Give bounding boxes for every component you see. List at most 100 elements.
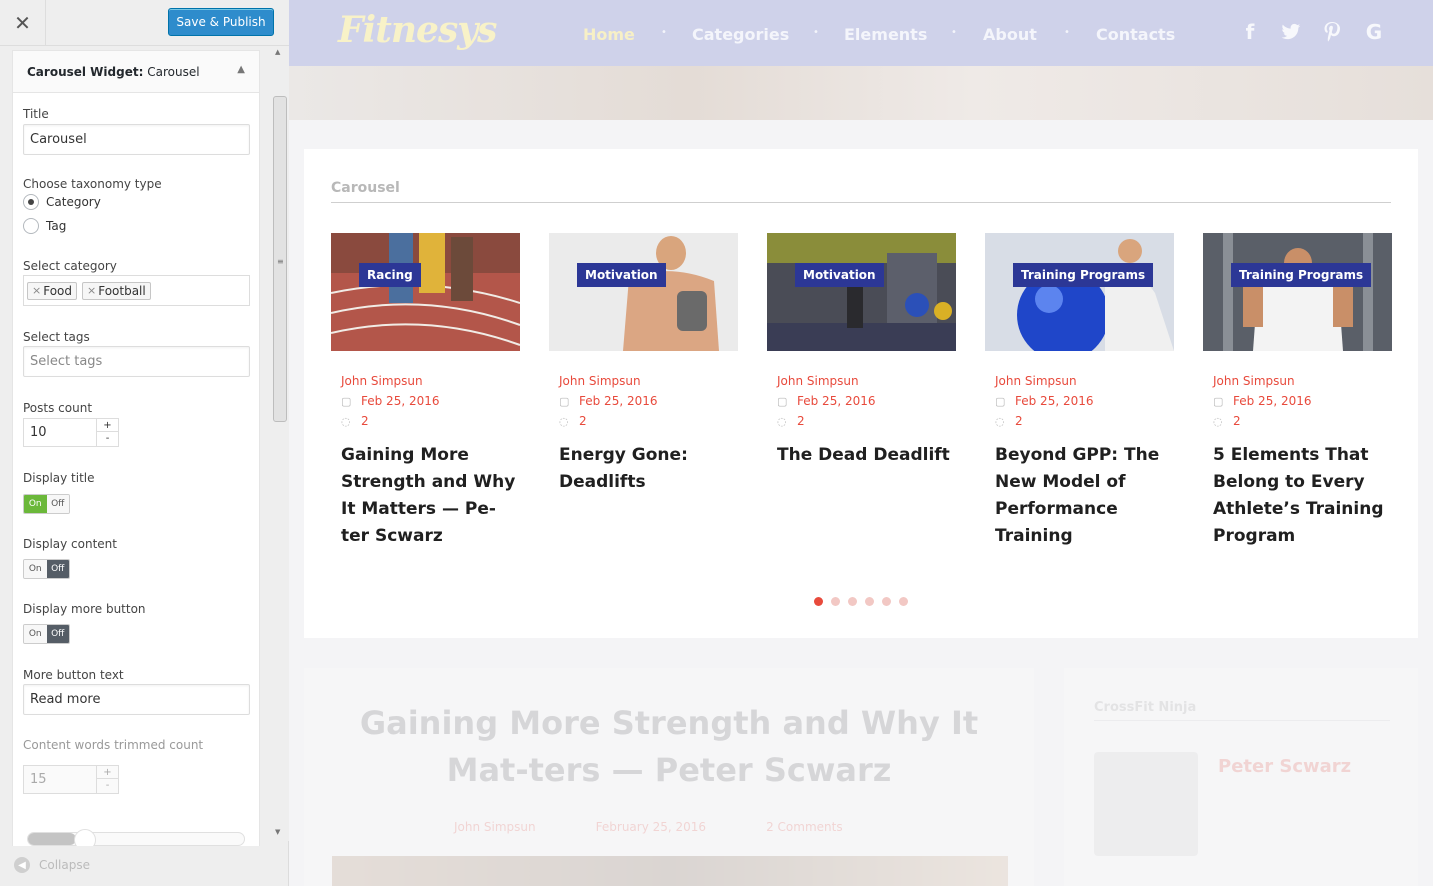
nav-elements[interactable]: Elements [844, 25, 927, 44]
post-comments[interactable]: ◌ 2 [341, 414, 369, 428]
display-more-toggle[interactable]: On Off [23, 624, 70, 644]
post-author[interactable]: John Simpsun [559, 374, 641, 388]
nav-categories[interactable]: Categories [692, 25, 789, 44]
calendar-icon: ▢ [341, 394, 352, 408]
display-content-toggle[interactable]: On Off [23, 559, 70, 579]
post-author[interactable]: John Simpsun [995, 374, 1077, 388]
post-comments[interactable]: ◌ 2 [995, 414, 1023, 428]
scrollbar-thumb[interactable]: ≡ [273, 96, 287, 422]
widget-header[interactable]: Carousel Widget: Carousel ▲ [13, 51, 259, 93]
post-author[interactable]: John Simpsun [1213, 374, 1295, 388]
post-thumbnail[interactable]: Training Programs [985, 233, 1174, 351]
carousel-slide[interactable]: Motivation John Simpsun ▢ Feb 25, 2016 ◌ 2… [767, 233, 956, 465]
radio-category-button[interactable] [23, 194, 39, 210]
decrement-button[interactable]: - [97, 432, 118, 445]
post-title[interactable]: Energy Gone: Deadlifts [559, 442, 735, 496]
remove-icon[interactable]: × [87, 284, 96, 297]
comment-icon: ◌ [995, 414, 1005, 428]
pinterest-icon[interactable] [1320, 20, 1344, 44]
nav-about[interactable]: About [983, 25, 1037, 44]
category-chip-food[interactable]: × Food [27, 281, 77, 300]
category-badge[interactable]: Training Programs [1013, 263, 1154, 287]
article-title: Gaining More Strength and Why It Mat-ter… [359, 704, 979, 789]
post-thumbnail[interactable]: Motivation [549, 233, 738, 351]
comment-icon: ◌ [559, 414, 569, 428]
posts-count-label: Posts count [23, 401, 93, 415]
carousel-slide[interactable]: Training Programs John Simpsun ▢ Feb 25, … [985, 233, 1174, 546]
carousel-slide[interactable]: Motivation John Simpsun ▢ Feb 25, 2016 ◌ 2… [549, 233, 738, 492]
pagination-dot[interactable] [899, 597, 908, 606]
remove-icon[interactable]: × [32, 284, 41, 297]
category-badge[interactable]: Training Programs [1231, 263, 1372, 287]
range-handle[interactable] [74, 829, 96, 846]
nav-home[interactable]: Home [583, 25, 635, 44]
radio-tag-button[interactable] [23, 218, 39, 234]
decrement-button[interactable]: - [97, 779, 118, 792]
post-comments[interactable]: ◌ 2 [559, 414, 587, 428]
pagination-dot[interactable] [882, 597, 891, 606]
close-icon[interactable]: ✕ [0, 0, 46, 46]
post-title[interactable]: 5 Elements That Belong to Every Athlete’… [1213, 442, 1389, 550]
display-title-toggle[interactable]: On Off [23, 494, 70, 514]
title-label: Title [23, 107, 49, 121]
widget-title: Carousel Widget: Carousel [27, 65, 200, 79]
collapse-widget-icon[interactable]: ▲ [237, 64, 245, 75]
radio-category[interactable]: Category [23, 194, 101, 210]
increment-button[interactable]: + [97, 419, 118, 432]
pagination-dot[interactable] [831, 597, 840, 606]
site-logo[interactable]: Fitnesys [338, 9, 497, 51]
category-select[interactable]: × Food × Football [23, 275, 250, 306]
calendar-icon: ▢ [777, 394, 788, 408]
increment-button[interactable]: + [97, 766, 118, 779]
post-title[interactable]: The Dead Deadlift [777, 442, 953, 469]
comment-count: 2 [1015, 414, 1023, 428]
collapse-button[interactable]: ◀ Collapse [14, 857, 90, 873]
calendar-icon: ▢ [559, 394, 570, 408]
scrollbar[interactable]: ▲ ≡ ▼ [271, 46, 289, 841]
scroll-down-icon[interactable]: ▼ [275, 828, 280, 836]
facebook-icon[interactable]: f [1238, 20, 1262, 44]
sidebar-profile-widget: CrossFit Ninja Peter Scwarz [1064, 668, 1418, 886]
save-publish-button[interactable]: Save & Publish [168, 8, 274, 36]
post-title[interactable]: Beyond GPP: The New Model of Performance… [995, 442, 1171, 550]
pagination-dot[interactable] [814, 597, 823, 606]
heading-divider [331, 202, 1391, 203]
category-label: Select category [23, 259, 117, 273]
post-title[interactable]: Gaining More Strength and Why It Matters… [341, 442, 517, 550]
pagination-dot[interactable] [865, 597, 874, 606]
carousel-slide[interactable]: Training Programs John Simpsun ▢ Feb 25, … [1203, 233, 1392, 546]
google-icon[interactable]: G [1362, 20, 1386, 44]
chip-label: Football [98, 283, 146, 298]
post-comments[interactable]: ◌ 2 [1213, 414, 1241, 428]
stepper-controls: + - [96, 766, 118, 793]
more-text-input[interactable] [23, 684, 250, 715]
category-badge[interactable]: Motivation [577, 263, 666, 287]
post-comments[interactable]: ◌ 2 [777, 414, 805, 428]
carousel-slide[interactable]: Racing John Simpsun ▢ Feb 25, 2016 ◌ 2 Gai… [331, 233, 520, 546]
trim-count-stepper[interactable]: 15 + - [23, 765, 119, 794]
posts-count-stepper[interactable]: 10 + - [23, 418, 119, 447]
comment-icon: ◌ [1213, 414, 1223, 428]
category-badge[interactable]: Racing [359, 263, 421, 287]
comment-count: 2 [797, 414, 805, 428]
post-author[interactable]: John Simpsun [341, 374, 423, 388]
post-thumbnail[interactable]: Racing [331, 233, 520, 351]
twitter-icon[interactable] [1279, 20, 1303, 44]
category-badge[interactable]: Motivation [795, 263, 884, 287]
nav-contacts[interactable]: Contacts [1096, 25, 1175, 44]
carousel-widget: Carousel Racing John Simpsun ▢ Feb 25, 20… [304, 149, 1418, 638]
category-chip-football[interactable]: × Football [82, 281, 151, 300]
post-author[interactable]: John Simpsun [777, 374, 859, 388]
tags-input[interactable] [23, 346, 250, 377]
post-date-text: Feb 25, 2016 [361, 394, 440, 408]
pagination-dot[interactable] [848, 597, 857, 606]
widget-title-prefix: Carousel Widget: [27, 65, 144, 79]
radio-tag[interactable]: Tag [23, 218, 66, 234]
title-input[interactable] [23, 124, 250, 155]
post-thumbnail[interactable]: Training Programs [1203, 233, 1392, 351]
comment-count: 2 [1233, 414, 1241, 428]
range-slider[interactable] [27, 829, 245, 846]
post-thumbnail[interactable]: Motivation [767, 233, 956, 351]
scroll-up-icon[interactable]: ▲ [275, 48, 280, 56]
calendar-icon: ▢ [995, 394, 1006, 408]
